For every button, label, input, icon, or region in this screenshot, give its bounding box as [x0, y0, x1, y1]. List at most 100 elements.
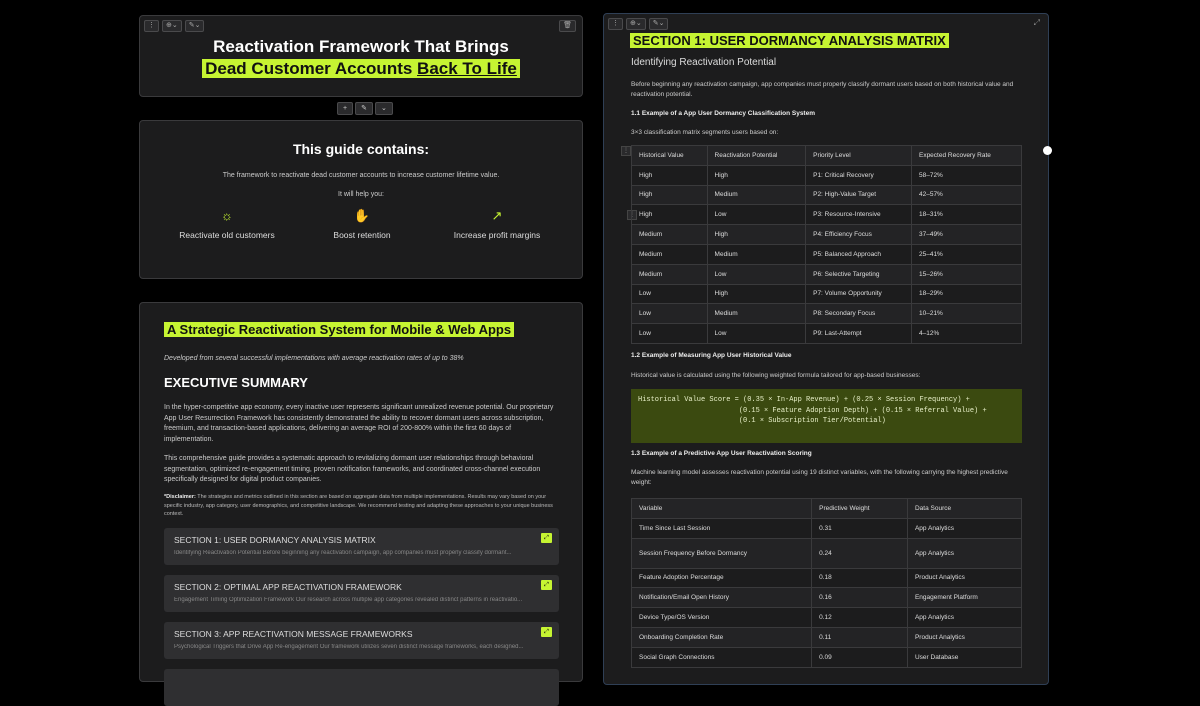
table-cell: Notification/Email Open History — [630, 587, 813, 609]
section-desc: Identifying Reactivation Potential Befor… — [174, 550, 512, 556]
table-cell: 10–21% — [910, 303, 1023, 325]
section-card-3[interactable]: SECTION 3: APP REACTIVATION MESSAGE FRAM… — [164, 622, 559, 659]
table-cell: 0.11 — [811, 626, 908, 648]
insert-toolbar: + ✎ ⌄ — [337, 102, 393, 115]
table-cell: 0.09 — [811, 646, 908, 668]
formula-intro: Historical value is calculated using the… — [631, 372, 921, 379]
table-cell: Medium — [706, 303, 807, 325]
hero-title-highlight: Dead Customer Accounts — [205, 59, 413, 78]
table-cell: P5: Balanced Approach — [805, 243, 912, 265]
section1-intro: Before beginning any reactivation campai… — [631, 81, 1014, 98]
feature-label: Boost retention — [333, 230, 391, 240]
heading-1-1: 1.1 Example of a App User Dormancy Class… — [631, 110, 815, 117]
summary-paragraph-1: In the hyper-competitive app economy, ev… — [164, 404, 554, 443]
table-cell: High — [706, 164, 807, 186]
table-cell: Time Since Last Session — [630, 517, 813, 539]
block-toolbar: ⋮ ⊕⌄ ✎⌄ — [608, 18, 669, 30]
table-cell: P7: Volume Opportunity — [805, 283, 912, 305]
trash-icon[interactable]: 🗑 — [559, 20, 576, 32]
hero-card[interactable]: ⋮ ⊕⌄ ✎⌄ 🗑 Reactivation Framework That Br… — [139, 15, 583, 97]
table-cell: 15–26% — [910, 263, 1023, 285]
growth-chart-icon: ↗ — [491, 208, 503, 223]
section1-title: SECTION 1: USER DORMANCY ANALYSIS MATRIX — [630, 33, 949, 48]
table-cell: Engagement Platform — [906, 587, 1023, 609]
table-cell: 4–12% — [910, 323, 1023, 344]
hero-title-line1: Reactivation Framework That Brings — [213, 37, 509, 56]
table-cell: Medium — [706, 184, 807, 206]
table-row: Time Since Last Session 0.31 App Analytics — [630, 517, 1023, 539]
guide-description: The framework to reactivate dead custome… — [222, 172, 500, 179]
table-cell: Device Type/OS Version — [630, 607, 813, 628]
table-cell: Product Analytics — [906, 626, 1023, 648]
column-header: Reactivation Potential — [706, 145, 807, 166]
table-row: Device Type/OS Version 0.12 App Analytics — [630, 607, 1023, 628]
feature-reactivate: ☼ Reactivate old customers — [167, 208, 287, 240]
hero-title-underline: Back To Life — [417, 59, 517, 78]
table-cell: Low — [706, 204, 807, 226]
section1-subtitle: Identifying Reactivation Potential — [631, 57, 777, 68]
disclaimer: *Disclaimer: The strategies and metrics … — [164, 494, 553, 517]
resize-icon[interactable]: ⤢ — [1034, 18, 1040, 28]
table-handle-icon[interactable]: ⋮ — [621, 146, 631, 156]
table-row: Feature Adoption Percentage 0.18 Product A… — [630, 567, 1023, 589]
table-cell: Feature Adoption Percentage — [630, 567, 813, 589]
table-cell: 0.31 — [811, 517, 908, 539]
predictive-weight-table: Variable Predictive Weight Data Source Time… — [630, 498, 1023, 668]
table-row: Low Medium P8: Secondary Focus 10–21% — [631, 303, 1023, 325]
table-row: Low High P7: Volume Opportunity 18–29% — [631, 283, 1023, 305]
column-header: Historical Value — [631, 145, 708, 166]
dormancy-matrix-table: Historical Value Reactivation Potential Pr… — [631, 145, 1023, 344]
table-cell: High — [706, 224, 807, 245]
table-cell: Medium — [631, 263, 708, 285]
table-cell: 42–57% — [910, 184, 1023, 206]
table-row: Onboarding Completion Rate 0.11 Product An… — [630, 626, 1023, 648]
add-block-button[interactable]: + — [337, 102, 354, 115]
table-cell: Low — [631, 303, 708, 325]
ai-edit-button[interactable]: ✎⌄ — [648, 18, 669, 30]
drag-handle-icon[interactable]: ⋮ — [144, 20, 159, 32]
table-cell: 18–29% — [910, 283, 1023, 305]
style-menu-button[interactable]: ⊕⌄ — [626, 18, 646, 30]
guide-card[interactable]: This guide contains: The framework to re… — [139, 120, 583, 279]
table-cell: High — [706, 283, 807, 305]
column-header: Data Source — [906, 498, 1023, 519]
expand-icon[interactable]: ⤢ — [541, 580, 552, 590]
table-cell: Low — [706, 263, 807, 285]
table-cell: 18–31% — [910, 204, 1023, 226]
table-cell: High — [631, 164, 708, 186]
section-card-1[interactable]: SECTION 1: USER DORMANCY ANALYSIS MATRIX… — [164, 528, 559, 565]
table-cell: P1: Critical Recovery — [805, 164, 912, 186]
executive-summary-heading: EXECUTIVE SUMMARY — [164, 375, 308, 390]
strategy-card[interactable]: A Strategic Reactivation System for Mobi… — [139, 302, 583, 706]
table-cell: 0.16 — [811, 587, 908, 609]
more-button[interactable]: ⌄ — [374, 102, 393, 115]
predictive-intro: Machine learning model assesses reactiva… — [631, 469, 1008, 486]
formula-code-block: Historical Value Score = (0.35 × In-App … — [631, 389, 1022, 443]
table-cell: Medium — [631, 243, 708, 265]
style-menu-button[interactable]: ⊕⌄ — [162, 20, 182, 32]
section-desc: Psychological Triggers that Drive App Re… — [174, 644, 524, 650]
strategy-subtitle: Developed from several successful implem… — [164, 355, 464, 362]
table-cell: Social Graph Connections — [630, 646, 813, 668]
table-cell: Low — [631, 323, 708, 344]
strategy-title: A Strategic Reactivation System for Mobi… — [164, 322, 515, 337]
bulb-icon: ☼ — [221, 208, 233, 223]
expand-icon[interactable]: ⤢ — [541, 533, 552, 543]
expand-icon[interactable]: ⤢ — [541, 627, 552, 637]
table-row: Medium Low P6: Selective Targeting 15–26% — [631, 263, 1023, 285]
section-desc: Engagement Timing Optimization Framework… — [174, 597, 523, 603]
table-row: High High P1: Critical Recovery 58–72% — [631, 164, 1023, 186]
magic-button[interactable]: ✎ — [355, 102, 373, 115]
table-cell: Low — [706, 323, 807, 344]
summary-paragraph-2: This comprehensive guide provides a syst… — [164, 455, 541, 483]
table-row: Low Low P9: Last-Attempt 4–12% — [631, 323, 1023, 344]
section-card-2[interactable]: SECTION 2: OPTIMAL APP REACTIVATION FRAM… — [164, 575, 559, 612]
section1-panel[interactable]: ⋮ ⊕⌄ ✎⌄ ⤢ SECTION 1: USER DORMANCY ANALY… — [603, 13, 1049, 685]
ai-edit-button[interactable]: ✎⌄ — [184, 20, 205, 32]
heading-1-2: 1.2 Example of Measuring App User Histor… — [631, 352, 792, 359]
drag-handle-icon[interactable]: ⋮ — [608, 18, 623, 30]
table-cell: Medium — [706, 243, 807, 265]
heading-1-3: 1.3 Example of a Predictive App User Rea… — [631, 450, 812, 457]
feature-label: Reactivate old customers — [179, 230, 275, 240]
table-cell: Onboarding Completion Rate — [630, 626, 813, 648]
